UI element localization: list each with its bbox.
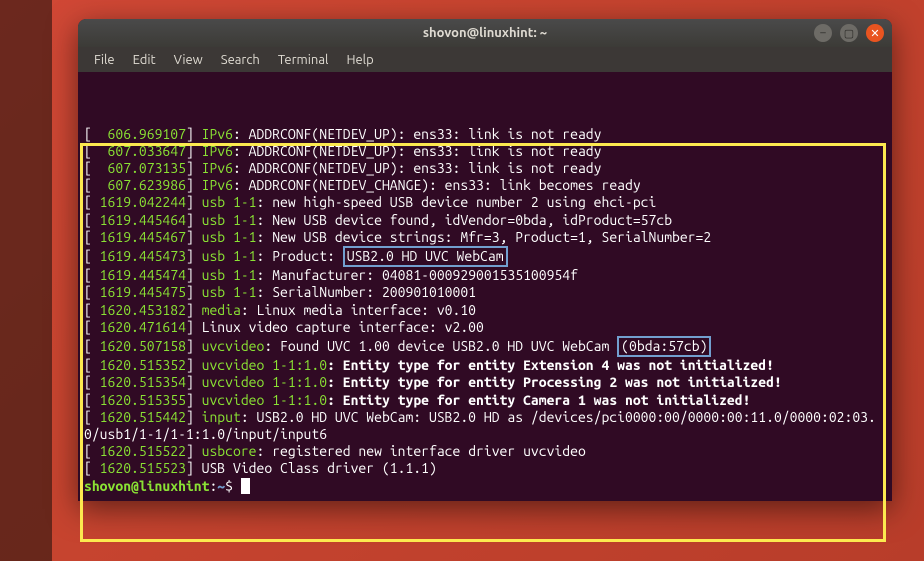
menu-search[interactable]: Search <box>213 50 268 70</box>
terminal-line: [ 1619.445464] usb 1-1: New USB device f… <box>84 212 886 229</box>
product-highlight: USB2.0 HD UVC WebCam <box>343 246 508 267</box>
terminal-window: shovon@linuxhint: ~ – ▢ ✕ File Edit View… <box>78 19 892 501</box>
menu-file[interactable]: File <box>86 50 123 70</box>
terminal-line: [ 1620.515352] uvcvideo 1-1:1.0: Entity … <box>84 357 886 374</box>
terminal-line: [ 1620.515522] usbcore: registered new i… <box>84 443 886 460</box>
prompt-line[interactable]: shovon@linuxhint:~$ <box>84 478 886 495</box>
minimize-button[interactable]: – <box>814 24 832 42</box>
titlebar: shovon@linuxhint: ~ – ▢ ✕ <box>78 19 892 47</box>
terminal-line: [ 1619.445473] usb 1-1: Product: USB2.0 … <box>84 246 886 267</box>
terminal-line: [ 1620.515523] USB Video Class driver (1… <box>84 460 886 477</box>
terminal-line: [ 1619.042244] usb 1-1: new high-speed U… <box>84 194 886 211</box>
menu-view[interactable]: View <box>166 50 211 70</box>
menu-edit[interactable]: Edit <box>125 50 164 70</box>
terminal-line: [ 1620.453182] media: Linux media interf… <box>84 302 886 319</box>
terminal-line: [ 1619.445467] usb 1-1: New USB device s… <box>84 229 886 246</box>
terminal-line: [ 607.623986] IPv6: ADDRCONF(NETDEV_CHAN… <box>84 177 886 194</box>
menu-terminal[interactable]: Terminal <box>270 50 337 70</box>
window-title: shovon@linuxhint: ~ <box>423 26 547 40</box>
terminal-line: [ 1620.471614] Linux video capture inter… <box>84 319 886 336</box>
terminal-line: [ 607.073135] IPv6: ADDRCONF(NETDEV_UP):… <box>84 160 886 177</box>
launcher-dock <box>0 0 52 561</box>
maximize-button[interactable]: ▢ <box>840 24 858 42</box>
window-controls: – ▢ ✕ <box>814 24 884 42</box>
terminal-output[interactable]: [ 606.969107] IPv6: ADDRCONF(NETDEV_UP):… <box>78 72 892 501</box>
device-id-highlight: (0bda:57cb) <box>617 336 711 357</box>
menubar: File Edit View Search Terminal Help <box>78 47 892 72</box>
terminal-line: [ 1619.445474] usb 1-1: Manufacturer: 04… <box>84 267 886 284</box>
terminal-line: [ 1620.515355] uvcvideo 1-1:1.0: Entity … <box>84 392 886 409</box>
terminal-line: [ 607.033647] IPv6: ADDRCONF(NETDEV_UP):… <box>84 143 886 160</box>
terminal-line: [ 1620.515442] input: USB2.0 HD UVC WebC… <box>84 409 886 443</box>
menu-help[interactable]: Help <box>338 50 381 70</box>
close-button[interactable]: ✕ <box>866 24 884 42</box>
cursor <box>241 478 250 494</box>
terminal-line: [ 1620.515354] uvcvideo 1-1:1.0: Entity … <box>84 374 886 391</box>
terminal-line: [ 606.969107] IPv6: ADDRCONF(NETDEV_UP):… <box>84 126 886 143</box>
terminal-line: [ 1619.445475] usb 1-1: SerialNumber: 20… <box>84 284 886 301</box>
terminal-line: [ 1620.507158] uvcvideo: Found UVC 1.00 … <box>84 336 886 357</box>
